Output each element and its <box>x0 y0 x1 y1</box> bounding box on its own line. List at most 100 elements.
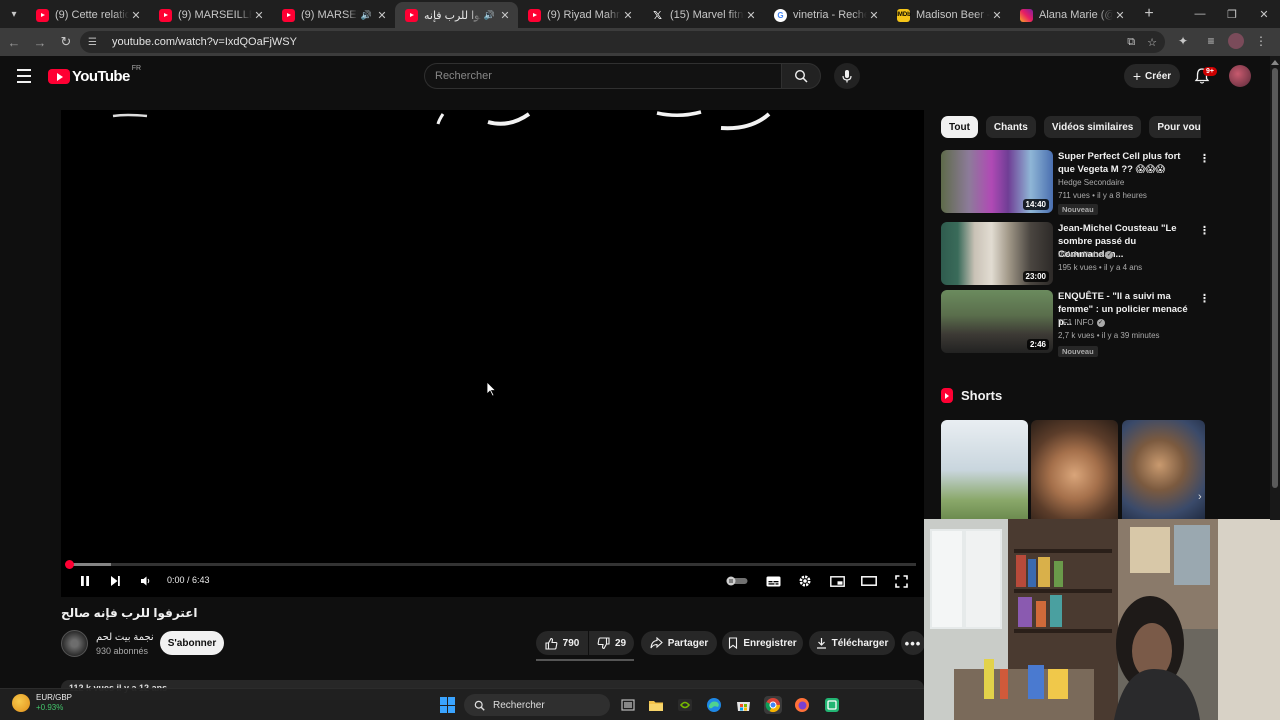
scrollbar-thumb[interactable] <box>1272 68 1278 488</box>
firefox-icon[interactable] <box>793 696 811 714</box>
video-player[interactable]: 0:00 / 6:43 <box>61 110 924 597</box>
close-tab-icon[interactable]: ✕ <box>621 9 635 22</box>
microsoft-store-icon[interactable] <box>734 696 752 714</box>
short-thumbnail[interactable] <box>1122 420 1205 520</box>
recommended-video[interactable]: 23:00 Jean-Michel Cousteau "Le sombre pa… <box>941 222 1211 286</box>
close-tab-icon[interactable]: ✕ <box>375 9 389 22</box>
seek-bar[interactable] <box>65 560 916 569</box>
chevron-right-icon[interactable]: › <box>1185 119 1201 135</box>
reload-icon[interactable]: ↻ <box>54 30 78 54</box>
back-icon[interactable]: ← <box>2 30 26 54</box>
edge-browser-icon[interactable] <box>705 696 723 714</box>
media-control-icon[interactable]: ≡ <box>1200 30 1222 52</box>
miniplayer-button[interactable] <box>828 570 846 592</box>
video-title[interactable]: Super Perfect Cell plus fort que Vegeta … <box>1058 150 1198 176</box>
pause-icon <box>81 576 89 586</box>
green-app-icon[interactable] <box>823 696 841 714</box>
maximize-icon[interactable]: ❐ <box>1216 0 1248 28</box>
currency-widget[interactable]: EUR/GBP +0.93% <box>12 693 72 713</box>
download-button[interactable]: Télécharger <box>809 631 895 655</box>
browser-tab[interactable]: (9) MARSEILLE - 3🔊✕ <box>272 2 395 28</box>
settings-button[interactable] <box>796 570 814 592</box>
tab-title: (9) Riyad Mahrez est <box>547 9 621 21</box>
recommended-video[interactable]: 2:46 ENQUÊTE - "Il a suivi ma femme" : u… <box>941 290 1211 357</box>
chrome-icon[interactable] <box>764 696 782 714</box>
subscribe-button[interactable]: S'abonner <box>160 631 224 655</box>
close-tab-icon[interactable]: ✕ <box>744 9 758 22</box>
chevron-right-icon[interactable]: › <box>1198 491 1214 507</box>
scroll-up-arrow-icon[interactable] <box>1271 60 1279 65</box>
next-video-button[interactable] <box>107 570 123 592</box>
like-button[interactable]: 790 <box>536 631 588 655</box>
short-thumbnail[interactable] <box>941 420 1028 520</box>
close-tab-icon[interactable]: ✕ <box>129 9 143 22</box>
autoplay-toggle[interactable] <box>725 570 749 592</box>
video-thumbnail[interactable]: 23:00 <box>941 222 1053 285</box>
browser-tab[interactable]: Gvinetria - Recherche✕ <box>764 2 887 28</box>
create-button[interactable]: + Créer <box>1124 64 1180 88</box>
theater-mode-button[interactable] <box>860 570 878 592</box>
recommended-video[interactable]: 14:40 Super Perfect Cell plus fort que V… <box>941 150 1211 215</box>
dislike-button[interactable]: 29 <box>589 631 634 655</box>
windows-start-icon[interactable] <box>440 697 456 713</box>
channel-avatar[interactable] <box>61 630 88 657</box>
close-tab-icon[interactable]: ✕ <box>252 9 266 22</box>
youtube-play-icon <box>48 69 70 84</box>
mute-button[interactable] <box>138 570 154 592</box>
taskbar-search[interactable]: Rechercher <box>464 694 610 716</box>
chip-videos-similaires[interactable]: Vidéos similaires <box>1043 116 1142 138</box>
share-button[interactable]: Partager <box>641 631 717 655</box>
browser-tab[interactable]: اعترفوا للرب فإنه🔊✕ <box>395 2 518 28</box>
account-avatar[interactable] <box>1229 65 1251 87</box>
page-scrollbar[interactable] <box>1270 56 1280 520</box>
address-bar[interactable]: ☰ youtube.com/watch?v=IxdQOaFjWSY ⧉ ☆ <box>80 31 1165 53</box>
close-tab-icon[interactable]: ✕ <box>867 9 881 22</box>
close-tab-icon[interactable]: ✕ <box>1113 9 1127 22</box>
forward-icon[interactable]: → <box>28 30 52 54</box>
search-input[interactable]: Rechercher <box>424 63 782 89</box>
more-vertical-icon[interactable]: ⋮ <box>1199 224 1210 237</box>
close-tab-icon[interactable]: ✕ <box>498 9 512 22</box>
close-window-icon[interactable]: ✕ <box>1248 0 1280 28</box>
hamburger-menu-icon[interactable] <box>14 66 34 86</box>
task-view-icon[interactable] <box>619 696 637 714</box>
browser-tab[interactable]: Alana Marie (@alana✕ <box>1010 2 1133 28</box>
more-vertical-icon[interactable]: ⋮ <box>1199 292 1210 305</box>
youtube-logo[interactable]: YouTube FR <box>48 65 141 85</box>
site-info-icon[interactable]: ☰ <box>88 37 104 48</box>
profile-avatar[interactable] <box>1228 33 1244 49</box>
speaker-icon[interactable]: 🔊 <box>484 10 495 21</box>
browser-tab[interactable]: (9) Riyad Mahrez est✕ <box>518 2 641 28</box>
browser-menu-icon[interactable]: ⋮ <box>1250 30 1272 52</box>
tab-search-icon[interactable]: ▾ <box>2 2 26 26</box>
chip-tout[interactable]: Tout <box>941 116 978 138</box>
browser-tab[interactable]: 𝕏 (15) Marvel fitness #s✕ <box>641 2 764 28</box>
voice-search-button[interactable] <box>834 63 860 89</box>
pause-button[interactable] <box>77 570 93 592</box>
chip-chants[interactable]: Chants <box>985 116 1036 138</box>
channel-name[interactable]: نجمة بيت لحم <box>96 632 154 643</box>
search-button[interactable] <box>781 63 821 89</box>
more-actions-button[interactable]: ••• <box>901 631 925 655</box>
subtitles-button[interactable] <box>764 570 782 592</box>
close-tab-icon[interactable]: ✕ <box>990 9 1004 22</box>
more-vertical-icon[interactable]: ⋮ <box>1199 152 1210 165</box>
browser-tab[interactable]: IMDb Madison Beer - IMDb✕ <box>887 2 1010 28</box>
short-thumbnail[interactable] <box>1031 420 1118 520</box>
fullscreen-button[interactable] <box>892 570 910 592</box>
file-explorer-icon[interactable] <box>647 696 665 714</box>
new-tab-button[interactable]: + <box>1137 2 1161 26</box>
seek-bar-scrubber[interactable] <box>65 560 74 569</box>
save-button[interactable]: Enregistrer <box>722 631 803 655</box>
speaker-icon[interactable]: 🔊 <box>361 10 372 21</box>
browser-tab[interactable]: (9) Cette relation m'a✕ <box>26 2 149 28</box>
browser-tab[interactable]: (9) MARSEILLE - SEVI✕ <box>149 2 272 28</box>
extensions-icon[interactable]: ✦ <box>1172 30 1194 52</box>
install-app-icon[interactable]: ⧉ <box>1127 36 1135 49</box>
nvidia-icon[interactable] <box>676 696 694 714</box>
minimize-icon[interactable]: — <box>1184 0 1216 28</box>
video-thumbnail[interactable]: 14:40 <box>941 150 1053 213</box>
bookmark-star-icon[interactable]: ☆ <box>1147 36 1157 49</box>
window-controls: — ❐ ✕ <box>1184 0 1280 28</box>
video-thumbnail[interactable]: 2:46 <box>941 290 1053 353</box>
